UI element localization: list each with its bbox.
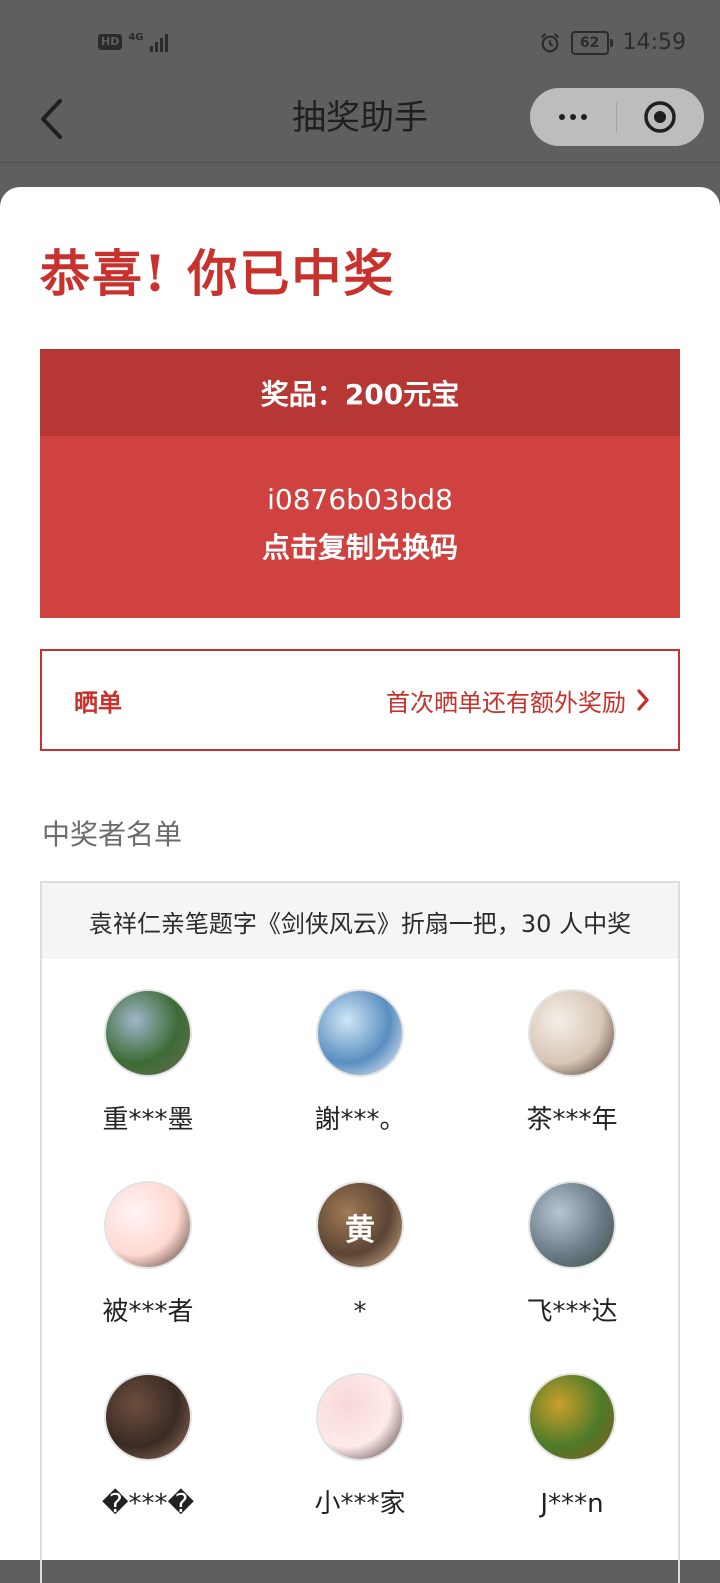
winner-item: 小***家 xyxy=(254,1343,466,1535)
avatar-text: 黄 xyxy=(345,1213,375,1248)
prize-label: 奖品：200元宝 xyxy=(40,349,680,436)
avatar[interactable] xyxy=(104,1373,192,1461)
winner-name: 被***者 xyxy=(102,1297,194,1327)
hd-badge: HD xyxy=(98,34,123,50)
congrats-title: 恭喜! 你已中奖 xyxy=(40,244,396,303)
result-sheet: 恭喜! 你已中奖 奖品：200元宝 i0876b03bd8 点击复制兑换码 晒单… xyxy=(0,187,720,1583)
winner-name: ￼* xyxy=(353,1297,367,1327)
share-hint-row: 首次晒单还有额外奖励 xyxy=(386,683,650,718)
winner-item: 重***墨 xyxy=(42,959,254,1151)
winner-name: 茶***年 xyxy=(526,1105,618,1135)
avatar[interactable] xyxy=(528,1181,616,1269)
network-type: 4G xyxy=(128,32,144,43)
winner-item: J***n xyxy=(466,1343,678,1535)
avatar[interactable] xyxy=(528,989,616,1077)
redeem-code: i0876b03bd8 xyxy=(267,483,453,516)
close-mini-program-button[interactable] xyxy=(617,88,703,146)
target-close-icon xyxy=(644,101,676,133)
winner-name: 謝***。 xyxy=(314,1105,406,1135)
winner-item: �***� xyxy=(42,1343,254,1535)
winner-name: �***� xyxy=(101,1489,195,1519)
more-button[interactable] xyxy=(530,88,616,146)
chevron-right-icon xyxy=(637,689,649,711)
signal-icon xyxy=(149,32,168,52)
winner-item: 飞***达 xyxy=(466,1151,678,1343)
winner-name: 重***墨 xyxy=(102,1105,194,1135)
mini-program-capsule xyxy=(530,88,704,146)
clock: 14:59 xyxy=(622,30,686,55)
winner-item: 黄 ￼* xyxy=(254,1151,466,1343)
avatar[interactable] xyxy=(104,1181,192,1269)
status-right: 62 14:59 xyxy=(539,30,686,55)
alarm-icon xyxy=(540,32,559,52)
avatar[interactable] xyxy=(528,1373,616,1461)
avatar[interactable] xyxy=(316,1373,404,1461)
status-bar: HD 4G 62 14:59 xyxy=(0,0,720,90)
winner-item: 茶***年 xyxy=(466,959,678,1151)
avatar[interactable]: 黄 xyxy=(316,1181,404,1269)
prize-description: 袁祥仁亲笔题字《剑侠风云》折扇一把，30 人中奖 xyxy=(42,883,678,959)
winner-item: 謝***。 xyxy=(254,959,466,1151)
prize-card: 奖品：200元宝 i0876b03bd8 点击复制兑换码 xyxy=(40,349,680,618)
winner-name: J***n xyxy=(540,1489,604,1519)
share-hint: 首次晒单还有额外奖励 xyxy=(386,688,626,717)
more-dots-icon xyxy=(559,114,565,120)
avatar[interactable] xyxy=(316,989,404,1077)
winners-grid: 重***墨 謝***。 茶***年被***者 黄 ￼* 飞***达 �***� 小***家 J*… xyxy=(42,959,678,1535)
redeem-code-panel[interactable]: i0876b03bd8 点击复制兑换码 xyxy=(40,436,680,618)
winner-name: 飞***达 xyxy=(526,1297,618,1327)
status-left: HD 4G xyxy=(98,32,168,52)
winner-name: 小***家 xyxy=(314,1489,406,1519)
share-order-button[interactable]: 晒单 首次晒单还有额外奖励 xyxy=(40,649,680,751)
winners-title: 中奖者名单 xyxy=(42,818,183,851)
nav-bar: 抽奖助手 xyxy=(0,86,720,163)
share-label: 晒单 xyxy=(74,688,122,717)
battery-icon: 62 xyxy=(570,30,613,55)
winner-item: 被***者 xyxy=(42,1151,254,1343)
winners-box: 袁祥仁亲笔题字《剑侠风云》折扇一把，30 人中奖 重***墨 謝***。 茶***年… xyxy=(40,881,680,1583)
copy-code-button[interactable]: 点击复制兑换码 xyxy=(40,522,680,574)
avatar[interactable] xyxy=(104,989,192,1077)
battery-level: 62 xyxy=(570,30,609,55)
